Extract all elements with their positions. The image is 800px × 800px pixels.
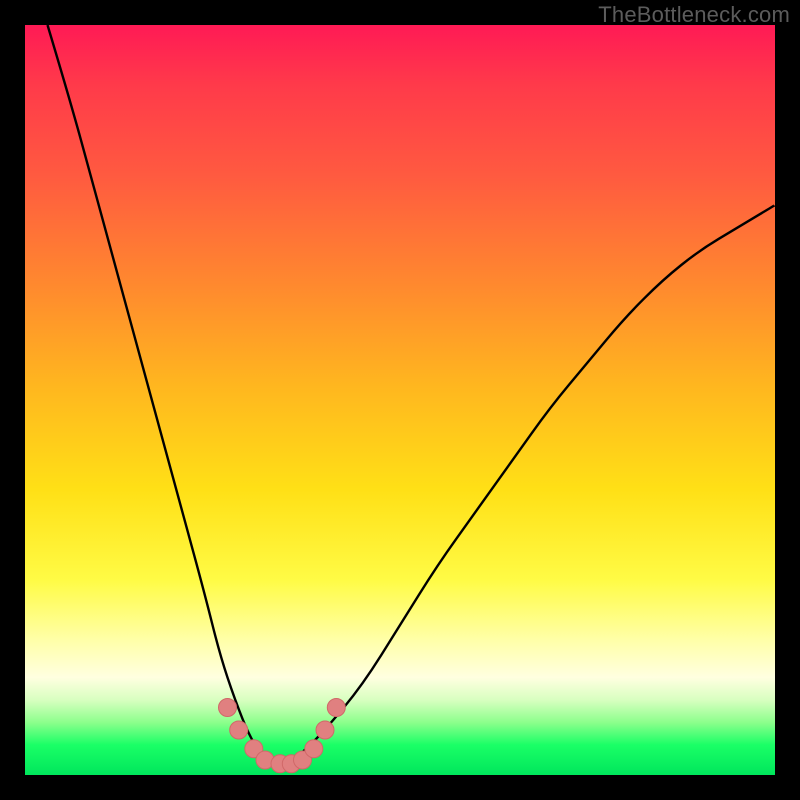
marker-dot (219, 699, 237, 717)
bottleneck-curve (48, 25, 776, 766)
marker-dot (327, 699, 345, 717)
marker-dot (230, 721, 248, 739)
highlight-markers (219, 699, 346, 773)
marker-dot (305, 740, 323, 758)
chart-frame: TheBottleneck.com (0, 0, 800, 800)
marker-dot (316, 721, 334, 739)
plot-area (25, 25, 775, 775)
curve-layer (25, 25, 775, 775)
